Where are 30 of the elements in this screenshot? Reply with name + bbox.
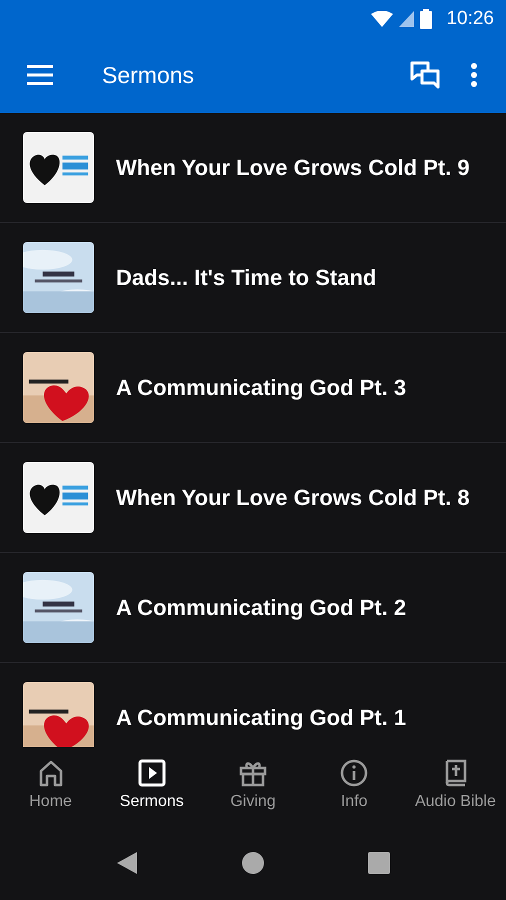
home-icon[interactable] (242, 852, 264, 874)
screen-title: Sermons (102, 62, 196, 88)
sermon-row[interactable]: When Your Love Grows Cold Pt. 8 (0, 443, 506, 553)
nav-tab[interactable]: Home (0, 747, 102, 833)
overview-icon[interactable] (368, 852, 390, 874)
more-options-icon[interactable] (470, 62, 478, 88)
sermon-row[interactable]: A Communicating God Pt. 3 (0, 333, 506, 443)
sermon-title: When Your Love Grows Cold Pt. 9 (116, 154, 470, 180)
sermon-row[interactable]: A Communicating God Pt. 2 (0, 553, 506, 663)
gift-icon (239, 759, 267, 787)
sermon-title: A Communicating God Pt. 2 (116, 594, 406, 620)
back-icon[interactable] (116, 850, 138, 874)
wifi-icon (371, 10, 394, 26)
clock-time: 10:26 (446, 8, 494, 30)
signal-icon (399, 10, 414, 26)
chat-icon[interactable] (410, 61, 440, 89)
nav-tab[interactable]: Sermons (101, 747, 202, 833)
sermon-title: Dads... It's Time to Stand (116, 264, 376, 290)
menu-icon[interactable] (27, 65, 53, 85)
nav-tab[interactable]: Audio Bible (404, 747, 506, 833)
info-icon (340, 759, 368, 787)
sermon-title: When Your Love Grows Cold Pt. 8 (116, 484, 470, 510)
battery-icon (420, 8, 432, 28)
nav-tab[interactable]: Giving (202, 747, 304, 833)
play-icon (138, 759, 166, 787)
sermon-title: A Communicating God Pt. 3 (116, 374, 406, 400)
nav-tab[interactable]: Info (304, 747, 405, 833)
sermon-row[interactable]: When Your Love Grows Cold Pt. 9 (0, 113, 506, 223)
sermon-title: A Communicating God Pt. 1 (116, 704, 406, 730)
sermon-row[interactable]: Dads... It's Time to Stand (0, 223, 506, 333)
